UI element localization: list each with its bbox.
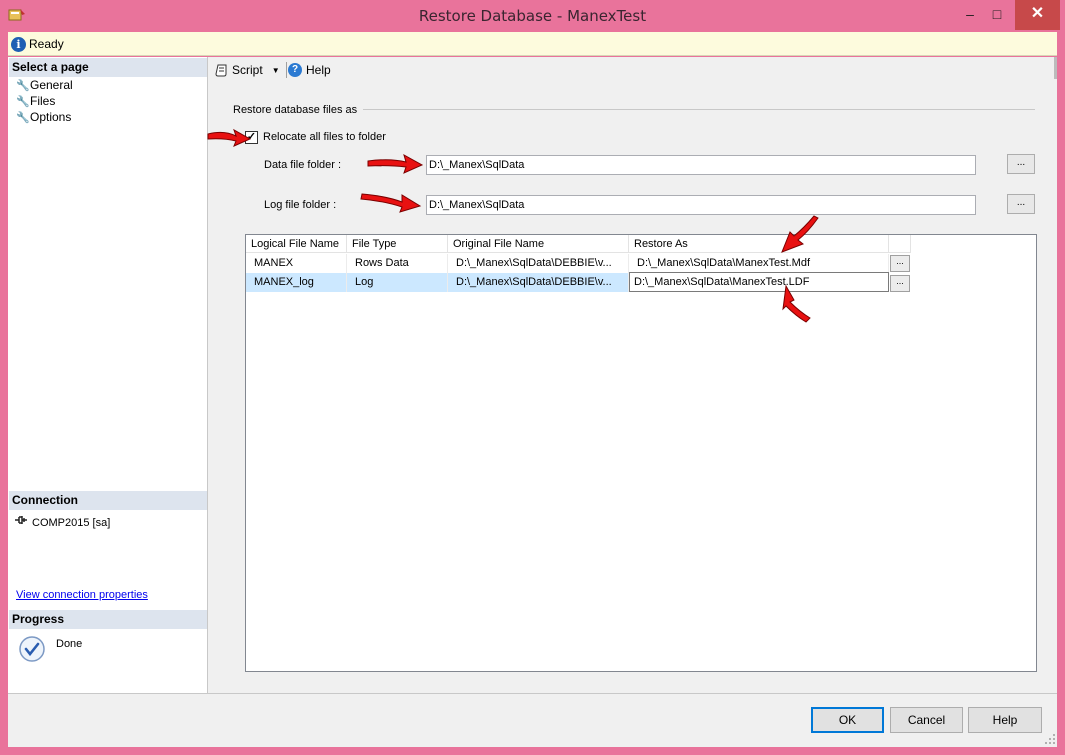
annotation-arrow-icon [360,193,422,213]
window-title: Restore Database - ManexTest [418,7,647,25]
help-icon: ? [288,63,302,77]
connection-info: COMP2015 [sa] [14,514,110,530]
chevron-down-icon[interactable]: ▼ [272,66,280,75]
resize-grip-icon[interactable] [1044,733,1056,745]
log-folder-input[interactable]: D:\_Manex\SqlData [426,195,976,215]
page-files-label: Files [30,94,56,108]
table-row-1-original[interactable]: D:\_Manex\SqlData\DEBBIE\v... [448,254,629,273]
page-general-label: General [30,78,73,92]
wrench-icon: 🔧 [16,96,30,108]
log-folder-label: Log file folder : [264,199,337,211]
cancel-button[interactable]: Cancel [890,707,963,733]
relocate-label: Relocate all files to folder [263,131,386,143]
col-restore-as[interactable]: Restore As [629,235,889,253]
table-row-1-logical[interactable]: MANEX [246,254,347,273]
data-folder-input[interactable]: D:\_Manex\SqlData [426,155,976,175]
dialog-client-area: Select a page 🔧General 🔧Files 🔧Options C… [8,57,1057,747]
table-row-1-type[interactable]: Rows Data [347,254,448,273]
row-2-browse-button[interactable]: ... [890,275,910,292]
files-grid[interactable]: Logical File Name File Type Original Fil… [245,234,1037,672]
footer-divider [8,693,1057,694]
page-options-label: Options [30,110,72,124]
table-row-2-type[interactable]: Log [347,273,448,292]
help-toolbar-label: Help [306,63,331,77]
row-1-browse-button[interactable]: ... [890,255,910,272]
left-panel: Select a page 🔧General 🔧Files 🔧Options C… [8,57,208,693]
progress-header: Progress [9,610,207,629]
script-icon [215,64,227,77]
help-toolbar-button[interactable]: ? Help [288,63,331,77]
annotation-arrow-icon [782,284,811,323]
col-logical-file-name[interactable]: Logical File Name [246,235,347,253]
page-files[interactable]: 🔧Files [16,94,55,109]
close-button[interactable]: ✕ [1015,0,1060,30]
toolbar-separator [286,62,287,78]
progress-status: Done [56,638,83,650]
maximize-button[interactable]: □ [980,0,1014,30]
connection-header: Connection [9,491,207,510]
table-row-1-restore-as[interactable]: D:\_Manex\SqlData\ManexTest.Mdf [629,254,889,273]
connection-text: COMP2015 [sa] [32,517,111,529]
server-connection-icon [14,514,32,530]
view-connection-properties-link[interactable]: View connection properties [16,589,148,601]
page-general[interactable]: 🔧General [16,78,73,93]
ok-button[interactable]: OK [811,707,884,733]
table-row-2-logical[interactable]: MANEX_log [246,273,347,292]
script-label: Script [232,63,263,77]
title-bar: Restore Database - ManexTest – □ ✕ [0,0,1065,32]
data-folder-browse-button[interactable]: ... [1007,154,1035,174]
col-original-file-name[interactable]: Original File Name [448,235,629,253]
table-row-2-restore-as-editor[interactable]: D:\_Manex\SqlData\ManexTest.LDF [629,272,889,292]
annotation-arrow-icon [367,153,424,174]
status-bar: i Ready [8,32,1057,56]
scrollbar[interactable] [1054,57,1057,79]
group-divider [363,109,1035,110]
annotation-arrow-icon [207,128,252,147]
table-row-2-original[interactable]: D:\_Manex\SqlData\DEBBIE\v... [448,273,629,292]
toolbar: Script ▼ ? Help [209,57,1057,83]
done-check-icon [19,636,45,662]
script-button[interactable]: Script ▼ [215,63,280,77]
info-icon: i [11,37,26,52]
help-button[interactable]: Help [968,707,1042,733]
files-page: Script ▼ ? Help Restore database files a… [209,57,1057,693]
log-folder-browse-button[interactable]: ... [1007,194,1035,214]
restore-files-group-label: Restore database files as [233,104,358,116]
select-page-header: Select a page [9,58,207,77]
wrench-icon: 🔧 [16,80,30,92]
annotation-arrow-icon [781,215,819,253]
wrench-icon: 🔧 [16,112,30,124]
status-text: Ready [29,37,64,51]
col-browse [889,235,911,253]
data-folder-label: Data file folder : [264,159,342,171]
col-file-type[interactable]: File Type [347,235,448,253]
page-options[interactable]: 🔧Options [16,110,71,125]
